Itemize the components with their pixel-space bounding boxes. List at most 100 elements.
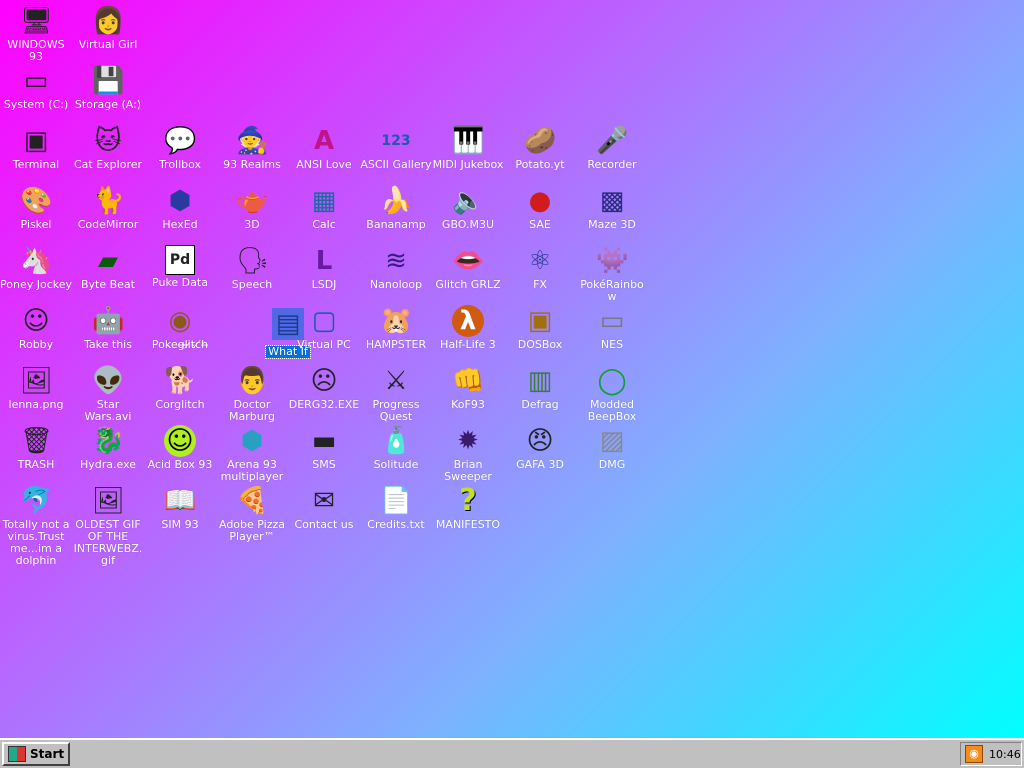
- desktop-icon-sim93[interactable]: 📖 SIM 93: [144, 485, 216, 531]
- desktop-icon-trollbox[interactable]: 💬 Trollbox: [144, 125, 216, 171]
- desktop-icon-terminal[interactable]: ▣ Terminal: [0, 125, 72, 171]
- desktop-icon-sae[interactable]: ● SAE: [504, 185, 576, 231]
- stick-figure-icon: ☺: [22, 306, 50, 336]
- icon-label: GBO.M3U: [441, 218, 495, 231]
- icon-label: Speech: [231, 278, 273, 291]
- desktop-icon-corglitch[interactable]: 🐕 Corglitch: [144, 365, 216, 411]
- smiley-icon: ☺: [164, 425, 196, 457]
- desktop-icon-pokerainbow[interactable]: 👾 PokéRainbow: [576, 245, 648, 303]
- desktop-icon-puke-data[interactable]: Pd Puke Data: [144, 245, 216, 289]
- byte-beat-icon: ▰: [98, 246, 118, 276]
- desktop-icon-progress-quest[interactable]: ⚔ Progress Quest: [360, 365, 432, 423]
- waveform-icon: ≋: [385, 246, 407, 276]
- green-ring-icon: ◯: [597, 366, 627, 396]
- desktop-icon-half-life-3[interactable]: λ Half-Life 3: [432, 305, 504, 351]
- desktop-icon-3d[interactable]: 🫖 3D: [216, 185, 288, 231]
- desktop-icon-fx[interactable]: ⚛ FX: [504, 245, 576, 291]
- desktop-icon-sms[interactable]: ▬ SMS: [288, 425, 360, 471]
- desktop-icon-byte-beat[interactable]: ▰ Byte Beat: [72, 245, 144, 291]
- rss-icon[interactable]: ◉: [965, 745, 983, 763]
- desktop-icon-speech[interactable]: 🗣 Speech: [216, 245, 288, 291]
- desktop-icon-bananamp[interactable]: 🍌 Bananamp: [360, 185, 432, 231]
- clock[interactable]: 10:46: [989, 748, 1021, 761]
- desktop-icon-take-this[interactable]: 🤖 Take this: [72, 305, 144, 351]
- console-icon: ▭: [599, 306, 625, 336]
- icon-label: HexEd: [162, 218, 198, 231]
- desktop-icon-kof93[interactable]: 👊 KoF93: [432, 365, 504, 411]
- icon-label: Defrag: [521, 398, 559, 411]
- desktop-icon-virtual-pc[interactable]: ▢ Virtual PC: [288, 305, 360, 351]
- icon-label: MIDI Jukebox: [432, 158, 504, 171]
- desktop-icon-midi-jukebox[interactable]: 🎹 MIDI Jukebox: [432, 125, 504, 171]
- desktop-icon-dosbox[interactable]: ▣ DOSBox: [504, 305, 576, 351]
- desktop-icon-poney-jockey[interactable]: 🦄 Poney Jockey: [0, 245, 72, 291]
- desktop-icon-storage-a[interactable]: 💾 Storage (A:): [72, 65, 144, 111]
- desktop-icon-adobe-pizza[interactable]: 🍕 Adobe Pizza Player™: [216, 485, 288, 543]
- desktop-icon-maze-3d[interactable]: ▩ Maze 3D: [576, 185, 648, 231]
- icon-label: TRASH: [17, 458, 55, 471]
- desktop-icon-calc[interactable]: ▦ Calc: [288, 185, 360, 231]
- desktop-icon-solitude[interactable]: 🧴 Solitude: [360, 425, 432, 471]
- icon-label: Virtual Girl: [78, 38, 138, 51]
- desktop-icon-ansi-love[interactable]: A ANSI Love: [288, 125, 360, 171]
- desktop-icon-dolphin[interactable]: 🐬 Totally not a virus.Trust me...im a do…: [0, 485, 72, 567]
- desktop-icon-lenna-png[interactable]: 🖼 lenna.png: [0, 365, 72, 411]
- desktop-icon-windows93[interactable]: 🖥 WINDOWS 93: [0, 5, 72, 63]
- desktop-icon-modded-beepbox[interactable]: ◯ Modded BeepBox: [576, 365, 648, 423]
- icon-label: Recorder: [587, 158, 637, 171]
- desktop-icon-gafa-3d[interactable]: 😠 GAFA 3D: [504, 425, 576, 471]
- desktop-icon-glitch-grlz[interactable]: 👄 Glitch GRLZ: [432, 245, 504, 291]
- desktop-icon-piskel[interactable]: 🎨 Piskel: [0, 185, 72, 231]
- desktop-icon-credits-txt[interactable]: 📄 Credits.txt: [360, 485, 432, 531]
- desktop-icon-potato-yt[interactable]: 🥔 Potato.yt: [504, 125, 576, 171]
- desktop-icon-oldest-gif[interactable]: 🖼 OLDEST GIF OF THE INTERWEBZ.gif: [72, 485, 144, 567]
- desktop-icon-hydra-exe[interactable]: 🐉 Hydra.exe: [72, 425, 144, 471]
- text-file-icon: 📄: [380, 486, 413, 516]
- desktop-icon-pokeglitch[interactable]: ◉ Pokeg̶l̴i̷t̵c̸h̶: [144, 305, 216, 351]
- icon-label: Credits.txt: [367, 518, 425, 531]
- desktop-icon-nanoloop[interactable]: ≋ Nanoloop: [360, 245, 432, 291]
- desktop-icon-lsdj[interactable]: L LSDJ: [288, 245, 360, 291]
- desktop[interactable]: 🖥 WINDOWS 93 👩 Virtual Girl ▭ System (C:…: [0, 0, 1024, 738]
- desktop-icon-arena-93[interactable]: ⬢ Arena 93 multiplayer: [216, 425, 288, 483]
- desktop-icon-93-realms[interactable]: 🧙 93 Realms: [216, 125, 288, 171]
- desktop-icon-robby[interactable]: ☺ Robby: [0, 305, 72, 351]
- desktop-icon-hexed[interactable]: ⬢ HexEd: [144, 185, 216, 231]
- hex-cube-icon: ⬢: [168, 186, 192, 216]
- desktop-icon-system-c[interactable]: ▭ System (C:): [0, 65, 72, 111]
- book-icon: 📖: [164, 486, 197, 516]
- desktop-icon-hampster[interactable]: 🐹 HAMPSTER: [360, 305, 432, 351]
- start-button[interactable]: Start: [2, 742, 70, 766]
- desktop-icon-defrag[interactable]: ▥ Defrag: [504, 365, 576, 411]
- master-system-icon: ▬: [311, 426, 337, 456]
- desktop-icon-virtual-girl[interactable]: 👩 Virtual Girl: [72, 5, 144, 51]
- system-tray: ◉ 10:46: [960, 742, 1022, 766]
- hamster-icon: 🐹: [380, 306, 413, 336]
- desktop-icon-acid-box-93[interactable]: ☺ Acid Box 93: [144, 425, 216, 471]
- desktop-icon-contact-us[interactable]: ✉ Contact us: [288, 485, 360, 531]
- desktop-icon-dmg[interactable]: ▨ DMG: [576, 425, 648, 471]
- icon-label: Trollbox: [158, 158, 202, 171]
- icon-label: Hydra.exe: [79, 458, 137, 471]
- icon-label: Cat Explorer: [73, 158, 143, 171]
- desktop-icon-trash[interactable]: 🗑 TRASH: [0, 425, 72, 471]
- desktop-icon-gbo-m3u[interactable]: 🔈 GBO.M3U: [432, 185, 504, 231]
- corgi-icon: 🐕: [164, 366, 197, 396]
- icon-label: System (C:): [3, 98, 69, 111]
- desktop-icon-recorder[interactable]: 🎤 Recorder: [576, 125, 648, 171]
- dolphin-shortcut-icon: 🐬: [20, 486, 53, 516]
- desktop-icon-ascii-gallery[interactable]: 123 ASCII Gallery: [360, 125, 432, 171]
- icon-label: DERG32.EXE: [288, 398, 360, 411]
- calculator-icon: ▦: [311, 186, 337, 216]
- desktop-icon-derg32-exe[interactable]: ☹ DERG32.EXE: [288, 365, 360, 411]
- desktop-icon-manifesto[interactable]: ? MANIFESTO: [432, 485, 504, 531]
- desktop-icon-brian-sweeper[interactable]: ✹ Brian Sweeper: [432, 425, 504, 483]
- desktop-icon-doctor-marburg[interactable]: 👨 Doctor Marburg: [216, 365, 288, 423]
- lambda-icon: λ: [452, 305, 484, 337]
- desktop-icon-star-wars-avi[interactable]: 👽 Star Wars.avi: [72, 365, 144, 423]
- desktop-icon-nes[interactable]: ▭ NES: [576, 305, 648, 351]
- mail-icon: ✉: [313, 486, 335, 516]
- desktop-icon-codemirror[interactable]: 🐈 CodeMirror: [72, 185, 144, 231]
- gif-file-icon: 🖼: [92, 486, 126, 516]
- desktop-icon-cat-explorer[interactable]: 🐱 Cat Explorer: [72, 125, 144, 171]
